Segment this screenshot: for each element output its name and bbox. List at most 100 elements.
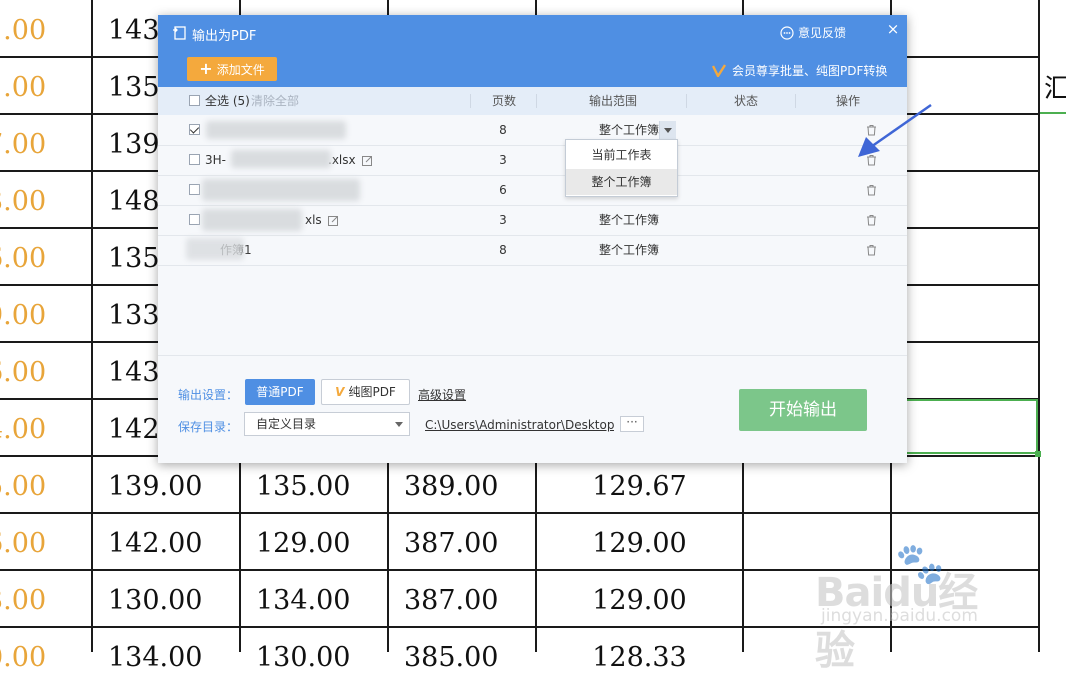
cell[interactable]: 129.67 [537,458,742,515]
dropdown-option-current-sheet[interactable]: 当前工作表 [566,142,677,168]
chevron-down-icon[interactable] [659,121,676,139]
feedback-label: 意见反馈 [798,26,847,40]
annotation-arrow-icon [858,103,932,157]
cell[interactable]: 387.00 [404,515,498,572]
cell[interactable]: 129.00 [537,515,742,572]
close-icon[interactable]: × [884,20,902,38]
cell[interactable]: 130.00 [108,572,202,629]
column-separator [686,94,687,108]
pure-image-pdf-label: 纯图PDF [348,385,396,399]
col-header-range: 输出范围 [589,94,638,108]
start-export-button[interactable]: 开始输出 [739,389,867,431]
save-directory-label: 保存目录： [178,420,239,434]
file-name-ext: .xlsx [328,153,356,167]
paw-icon: 🐾 [895,541,945,587]
cell[interactable]: 142 [108,401,160,458]
file-page-count: 3 [499,153,507,167]
cell[interactable]: 135 [108,230,160,287]
cell[interactable]: 139.00 [108,458,202,515]
vip-promo-text: 会员尊享批量、纯图PDF转换 [732,64,888,78]
select-all-checkbox[interactable] [189,95,200,106]
edit-icon[interactable] [361,155,373,166]
normal-pdf-button[interactable]: 普通PDF [245,379,315,405]
trash-icon[interactable] [866,184,877,196]
trash-icon[interactable] [866,244,877,256]
edit-icon[interactable] [327,215,339,226]
pure-image-pdf-button[interactable]: V 纯图PDF [321,379,410,405]
clear-all-link[interactable]: 清除全部 [251,87,299,115]
header-cell-fragment: 汇 [1044,74,1066,104]
file-range[interactable]: 整个工作簿 [584,235,674,265]
file-row-checkbox[interactable] [189,214,200,225]
selected-cell[interactable] [892,399,1038,454]
fill-handle[interactable] [1035,451,1041,457]
cell[interactable]: 9.00 [0,287,46,344]
cell[interactable]: 129.00 [256,515,350,572]
plus-icon: + [199,59,213,78]
trash-icon[interactable] [866,214,877,226]
file-range[interactable]: 整个工作簿 [584,205,674,235]
cell[interactable]: 1.00 [0,2,46,59]
file-row[interactable]: 8 整个工作簿 [158,115,907,146]
select-all-label: 全选 (5) [205,87,250,115]
cell[interactable]: 6.00 [0,230,46,287]
cell[interactable]: 142.00 [108,515,202,572]
add-file-button[interactable]: + 添加文件 [187,57,277,81]
redacted-filename [186,238,244,260]
cell[interactable]: 135.00 [256,458,350,515]
file-page-count: 8 [499,243,507,257]
browse-button[interactable]: ··· [620,416,644,432]
cell[interactable]: 6.00 [0,344,46,401]
file-row[interactable]: xls 3 整个工作簿 [158,205,907,236]
cell[interactable]: 143 [108,2,160,59]
file-row[interactable]: 作簿1 8 整个工作簿 [158,235,907,266]
feedback-link[interactable]: 意见反馈 [780,24,846,41]
cell[interactable]: 6.00 [0,515,46,572]
cell[interactable]: 148 [108,173,160,230]
output-path-link[interactable]: C:\Users\Administrator\Desktop\ [425,418,614,432]
directory-select-value: 自定义目录 [256,417,317,431]
file-row[interactable]: 6 [158,175,907,206]
cell[interactable]: 130.00 [256,629,350,686]
cell[interactable]: 3.00 [0,173,46,230]
file-row[interactable]: 3H- .xlsx 3 [158,145,907,176]
cell[interactable]: 7.00 [0,116,46,173]
cell[interactable]: 139 [108,116,160,173]
file-row-checkbox[interactable] [189,124,200,135]
column-separator [470,94,471,108]
output-settings-label: 输出设置： [178,388,239,402]
cell[interactable]: 387.00 [404,572,498,629]
vip-promo[interactable]: 会员尊享批量、纯图PDF转换 [712,62,887,79]
file-row-checkbox[interactable] [189,184,200,195]
chat-bubble-icon [780,25,794,40]
range-dropdown-list: 当前工作表 整个工作簿 [565,139,678,197]
file-name-prefix: 3H- [205,153,226,167]
cell[interactable]: 134.00 [256,572,350,629]
cell[interactable]: 4.00 [0,401,46,458]
cell[interactable]: 128.33 [537,629,742,686]
cell[interactable]: 0.00 [0,629,46,686]
cell[interactable]: 1.00 [0,59,46,116]
file-page-count: 3 [499,213,507,227]
dialog-titlebar: 输出为PDF 意见反馈 × + 添加文件 会员尊享批量、纯图PDF转换 [158,15,907,87]
cell[interactable]: 135 [108,59,160,116]
cell[interactable]: 133 [108,287,160,344]
redacted-filename [231,150,331,168]
advanced-settings-link[interactable]: 高级设置 [418,386,466,403]
chevron-down-icon [395,422,403,427]
cell[interactable]: 5.00 [0,458,46,515]
dialog-title: 输出为PDF [192,29,257,44]
dropdown-option-whole-workbook[interactable]: 整个工作簿 [566,169,677,195]
watermark-text: Baidu经验 [815,570,978,674]
grid-vline [91,0,93,652]
cell[interactable]: 129.00 [537,572,742,629]
cell[interactable]: 134.00 [108,629,202,686]
cell[interactable]: 3.00 [0,572,46,629]
file-row-checkbox[interactable] [189,154,200,165]
directory-select[interactable]: 自定义目录 [244,412,410,436]
cell[interactable]: 385.00 [404,629,498,686]
vip-badge-icon: V [335,385,345,399]
range-select[interactable]: 整个工作簿 [584,121,676,139]
cell[interactable]: 143 [108,344,160,401]
cell[interactable]: 389.00 [404,458,498,515]
